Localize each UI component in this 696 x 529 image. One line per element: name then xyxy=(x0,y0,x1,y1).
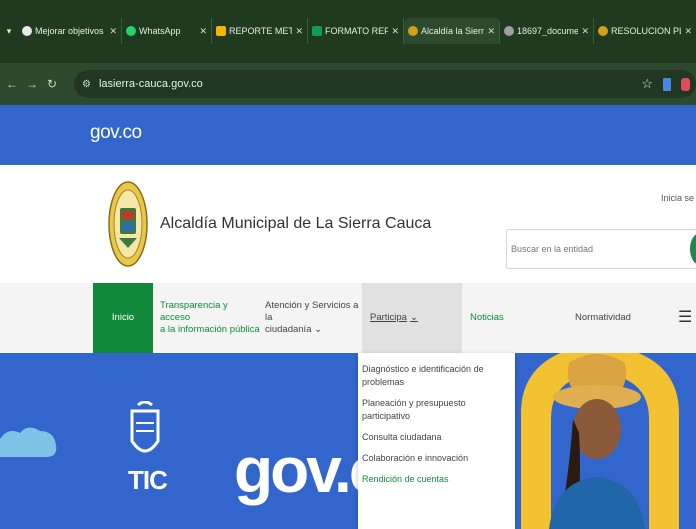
municipality-seal-icon[interactable] xyxy=(108,180,148,268)
bookmark-star-icon[interactable]: ☆ xyxy=(641,76,653,92)
address-bar-actions: ☆ xyxy=(641,76,696,92)
nav-inicio[interactable]: Inicio xyxy=(93,283,153,353)
participa-dropdown-menu: Diagnóstico e identificación de problema… xyxy=(358,353,515,529)
forward-arrow-icon[interactable]: → xyxy=(26,77,38,91)
tab-close-icon[interactable]: ✕ xyxy=(109,26,117,37)
login-link[interactable]: Inicia se xyxy=(661,193,694,203)
tab-close-icon[interactable]: ✕ xyxy=(581,26,589,37)
seal-favicon-icon xyxy=(598,26,608,36)
tab-favicon-icon xyxy=(22,26,32,36)
back-arrow-icon[interactable]: ← xyxy=(6,77,18,91)
colombia-shield-icon xyxy=(130,401,160,453)
globe-icon xyxy=(504,26,514,36)
govco-bar: gov.co xyxy=(0,105,696,165)
menu-item-colaboracion[interactable]: Colaboración e innovación xyxy=(358,448,515,469)
tab-close-icon[interactable]: ✕ xyxy=(199,26,207,37)
nav-label: Transparencia y acceso a la información … xyxy=(160,300,260,336)
nav-label-line-2: ciudadanía xyxy=(265,324,312,335)
menu-item-planeacion[interactable]: Planeación y presupuesto participativo xyxy=(358,393,515,427)
tab-title: 18697_documento- xyxy=(517,26,579,36)
site-settings-icon[interactable]: ⚙ xyxy=(82,79,91,90)
browser-tab-strip: ▾ Mejorar objetivos en ✕ WhatsApp ✕ REPO… xyxy=(0,0,696,63)
site-header: Alcaldía Municipal de La Sierra Cauca In… xyxy=(0,165,696,283)
nav-label: Participa xyxy=(370,312,407,323)
nav-label-line-1: Transparencia y acceso xyxy=(160,300,228,323)
chevron-down-icon: ⌄ xyxy=(409,312,418,323)
extension-icon[interactable] xyxy=(663,77,671,91)
browser-tab-1[interactable]: Mejorar objetivos en ✕ xyxy=(18,18,122,44)
entity-search-input[interactable] xyxy=(506,229,696,269)
tic-label: TIC xyxy=(128,465,168,495)
nav-participa[interactable]: Participa ⌄ xyxy=(362,283,462,353)
tab-favicon-icon xyxy=(216,26,226,36)
nav-atencion[interactable]: Atención y Servicios a la ciudadanía ⌄ xyxy=(265,283,360,353)
tab-title: RESOLUCION PLAN xyxy=(611,26,681,36)
tab-title: Alcaldía la Sierra Ca xyxy=(421,26,485,36)
reload-icon[interactable]: ↻ xyxy=(46,77,58,91)
tab-close-icon[interactable]: ✕ xyxy=(295,26,303,37)
main-nav: Inicio Transparencia y acceso a la infor… xyxy=(0,283,696,353)
browser-tab-2[interactable]: WhatsApp ✕ xyxy=(122,18,212,44)
url-text: lasierra-cauca.gov.co xyxy=(98,78,203,90)
cloud-icon xyxy=(0,427,57,457)
address-bar[interactable]: ⚙ lasierra-cauca.gov.co ☆ xyxy=(74,70,696,98)
hero-person-image xyxy=(509,353,696,529)
browser-toolbar: ← → ↻ ⚙ lasierra-cauca.gov.co ☆ xyxy=(0,63,696,105)
nav-label: Noticias xyxy=(470,312,504,323)
hero-banner: TIC gov.c xyxy=(0,353,696,529)
tab-title: REPORTE METAS ME xyxy=(229,26,292,36)
nav-label: Inicio xyxy=(111,312,135,323)
nav-label: Normatividad xyxy=(575,312,631,323)
menu-item-rendicion[interactable]: Rendición de cuentas xyxy=(358,469,515,490)
chevron-down-icon: ⌄ xyxy=(314,324,323,335)
browser-tab-4[interactable]: FORMATO REPORTE ✕ xyxy=(308,18,404,44)
nav-noticias[interactable]: Noticias xyxy=(470,283,520,353)
tab-close-icon[interactable]: ✕ xyxy=(684,26,692,37)
tab-title: WhatsApp xyxy=(139,26,181,36)
sheets-icon xyxy=(312,26,322,36)
seal-favicon-icon xyxy=(408,26,418,36)
menu-item-consulta[interactable]: Consulta ciudadana xyxy=(358,427,515,448)
tab-close-icon[interactable]: ✕ xyxy=(487,26,495,37)
browser-tab-active[interactable]: Alcaldía la Sierra Ca ✕ xyxy=(404,18,500,44)
nav-normatividad[interactable]: Normatividad xyxy=(575,283,645,353)
extension-icon[interactable] xyxy=(681,77,690,91)
tab-title: Mejorar objetivos en xyxy=(35,26,106,36)
nav-label-line-1: Atención y Servicios a la xyxy=(265,300,359,323)
tab-close-icon[interactable]: ✕ xyxy=(391,26,399,37)
govco-logo[interactable]: gov.co xyxy=(90,122,142,144)
menu-item-diagnostico[interactable]: Diagnóstico e identificación de problema… xyxy=(358,359,515,393)
nav-label: Atención y Servicios a la ciudadanía ⌄ xyxy=(265,300,360,336)
nav-label-line-2: a la información pública xyxy=(160,324,260,335)
tab-search-icon[interactable]: ▾ xyxy=(0,18,18,44)
municipality-name[interactable]: Alcaldía Municipal de La Sierra Cauca xyxy=(160,215,431,233)
browser-tab-3[interactable]: REPORTE METAS ME ✕ xyxy=(212,18,308,44)
browser-tab-6[interactable]: 18697_documento- ✕ xyxy=(500,18,594,44)
hamburger-menu-icon[interactable]: ☰ xyxy=(678,283,696,353)
nav-transparencia[interactable]: Transparencia y acceso a la información … xyxy=(160,283,260,353)
browser-tab-7[interactable]: RESOLUCION PLAN ✕ xyxy=(594,18,696,44)
tab-bar: ▾ Mejorar objetivos en ✕ WhatsApp ✕ REPO… xyxy=(0,18,696,44)
tab-title: FORMATO REPORTE xyxy=(325,26,389,36)
whatsapp-icon xyxy=(126,26,136,36)
